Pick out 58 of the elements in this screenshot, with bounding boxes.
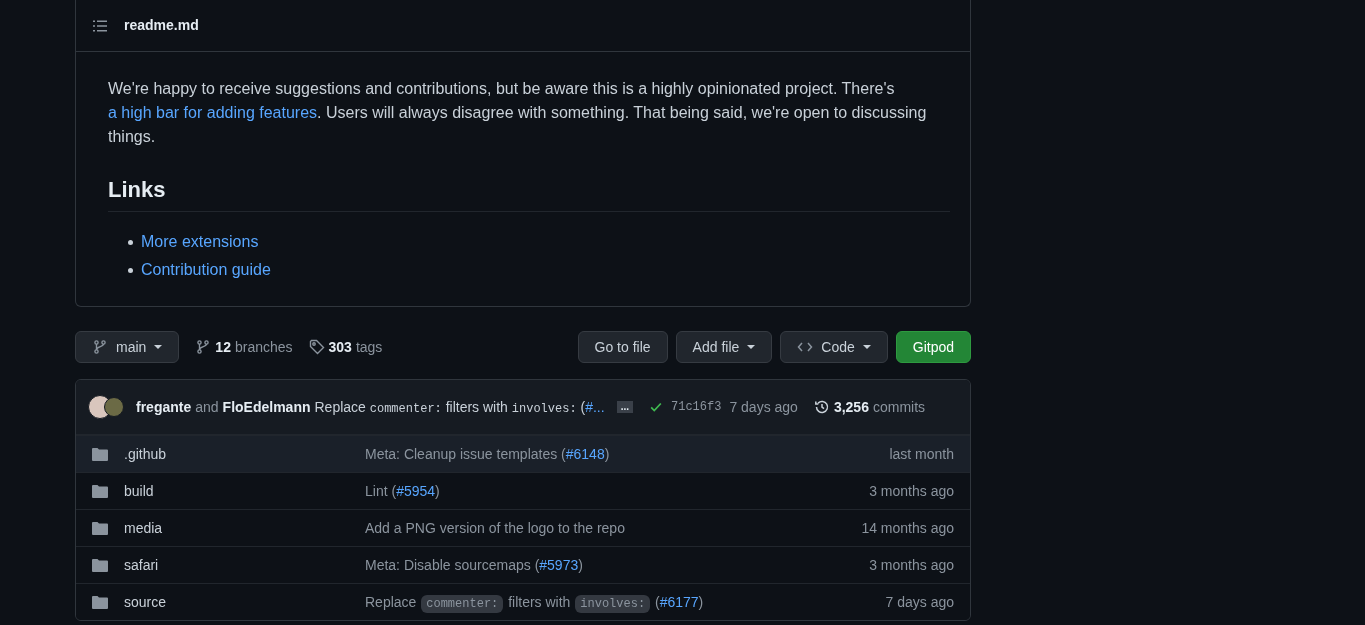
link[interactable]: #6177 xyxy=(659,593,699,610)
button[interactable]: Go to file xyxy=(577,331,668,363)
expand-button[interactable]: ... xyxy=(616,401,633,413)
caret-icon xyxy=(154,345,163,349)
folder-icon xyxy=(92,521,108,535)
link[interactable]: #... xyxy=(585,398,605,415)
check-icon[interactable] xyxy=(649,400,663,414)
branches-link[interactable]: 12 branches xyxy=(195,336,293,358)
section-heading: Links xyxy=(108,175,950,212)
bullet-icon xyxy=(128,267,133,273)
avatar[interactable] xyxy=(104,397,124,417)
link[interactable]: #5973 xyxy=(539,556,579,573)
branch-selector[interactable]: main xyxy=(75,331,180,363)
tags-link[interactable]: 303 tags xyxy=(308,336,383,358)
commit-time: 14 months ago xyxy=(861,518,954,538)
branch-icon xyxy=(195,339,212,355)
file-name-link[interactable]: safari xyxy=(124,554,365,576)
caret-icon xyxy=(862,345,871,349)
folder-icon xyxy=(92,558,108,572)
commit-time: 7 days ago xyxy=(885,592,954,612)
file-name-link[interactable]: build xyxy=(124,480,365,502)
commit-message[interactable]: Replace commenter: filters with involves: (#6177) xyxy=(365,591,886,613)
commit-time: 7 days ago xyxy=(729,397,798,417)
file-name-link[interactable]: .github xyxy=(124,443,365,465)
author-link[interactable]: FloEdelmann xyxy=(222,396,311,418)
folder-icon xyxy=(92,484,108,498)
link[interactable]: #5954 xyxy=(396,482,436,499)
commit-message[interactable]: Add a PNG version of the logo to the repo xyxy=(365,517,862,539)
commit-sha[interactable]: 71c16f3 xyxy=(671,398,722,416)
caret-icon xyxy=(747,345,756,349)
history-icon xyxy=(813,399,830,415)
commit-time: 3 months ago xyxy=(869,481,954,501)
commit-message[interactable]: Meta: Disable sourcemaps (#5973) xyxy=(365,554,870,576)
author-link[interactable]: fregante xyxy=(136,396,192,418)
commit-time: 3 months ago xyxy=(869,555,954,575)
button[interactable]: Add file xyxy=(675,331,773,363)
link[interactable]: #6148 xyxy=(565,445,605,462)
button[interactable]: Gitpod xyxy=(895,331,971,363)
file-row[interactable]: .github Meta: Cleanup issue templates (#6148) last month xyxy=(76,435,970,472)
commit-message[interactable]: Replace commenter: filters with involves: (#... xyxy=(314,396,605,418)
link[interactable]: More extensions xyxy=(141,230,259,254)
paragraph: We're happy to receive suggestions and contributions, but be aware this is a highly opinionated project. There's a high bar for adding features. Users will always disagree with something. That being said, we're open to discussing things. xyxy=(108,79,928,147)
folder-icon xyxy=(92,595,108,609)
file-name-link[interactable]: source xyxy=(124,591,365,613)
commits-link[interactable]: 3,256 commits xyxy=(813,396,926,418)
commit-time: last month xyxy=(889,444,954,464)
branch-icon xyxy=(92,339,108,355)
tag-icon xyxy=(308,339,325,355)
button[interactable]: Code xyxy=(780,331,888,363)
file-name-link[interactable]: media xyxy=(124,517,365,539)
link[interactable]: Contribution guide xyxy=(141,258,271,282)
commit-message[interactable]: Meta: Cleanup issue templates (#6148) xyxy=(365,443,890,465)
author-joiner: and xyxy=(195,397,219,417)
file-row[interactable]: source Replace commenter: filters with involves: (#6177) 7 days ago xyxy=(76,583,970,620)
file-title: readme.md xyxy=(124,16,199,35)
folder-icon xyxy=(92,447,108,461)
bullet-icon xyxy=(128,239,133,245)
commit-message[interactable]: Lint (#5954) xyxy=(365,480,870,502)
